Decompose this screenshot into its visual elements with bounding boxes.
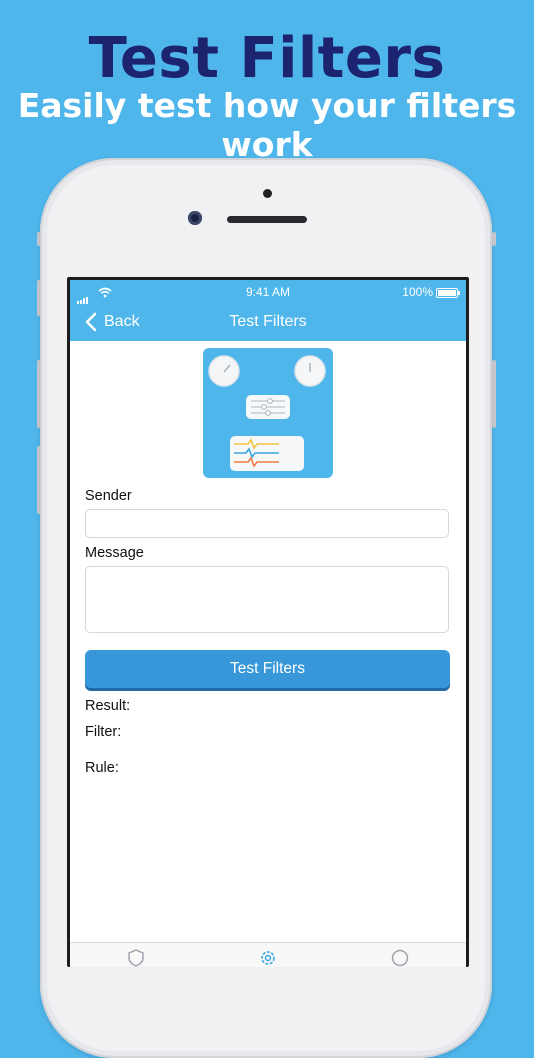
promo-subheadline: Easily test how your filters work	[17, 86, 517, 164]
message-textarea[interactable]	[85, 566, 449, 633]
test-filters-illustration	[203, 348, 333, 478]
gauge-icon-left	[208, 355, 240, 387]
phone-power-button	[492, 232, 496, 246]
rule-label: Rule:	[85, 760, 119, 776]
status-bar: 9:41 AM 100%	[70, 284, 466, 304]
gear-icon[interactable]	[258, 948, 278, 967]
tab-bar	[70, 942, 466, 967]
gauge-icon-right	[294, 355, 326, 387]
navigation-bar: 9:41 AM 100% Back Test Filters	[70, 280, 466, 341]
promo-headline: Test Filters	[88, 26, 446, 91]
proximity-sensor	[263, 189, 272, 198]
filter-label: Filter:	[85, 724, 122, 740]
app-screen: 9:41 AM 100% Back Test Filters Sender Me…	[70, 280, 466, 967]
phone-side-button	[492, 360, 496, 428]
test-filters-button[interactable]: Test Filters	[85, 650, 450, 688]
result-label: Result:	[85, 698, 131, 714]
sliders-icon	[246, 395, 290, 419]
sender-input[interactable]	[85, 509, 449, 538]
front-camera-icon	[188, 211, 202, 225]
waveform-monitor-icon	[230, 436, 304, 471]
earpiece-speaker	[227, 216, 307, 223]
sender-label: Sender	[85, 488, 132, 504]
phone-screen: 9:41 AM 100% Back Test Filters Sender Me…	[67, 277, 469, 967]
battery-icon	[436, 288, 460, 298]
shield-icon[interactable]	[126, 948, 146, 967]
info-icon[interactable]	[390, 948, 410, 967]
battery-percent: 100%	[402, 285, 433, 299]
message-label: Message	[85, 545, 144, 561]
nav-title: Test Filters	[229, 313, 307, 330]
